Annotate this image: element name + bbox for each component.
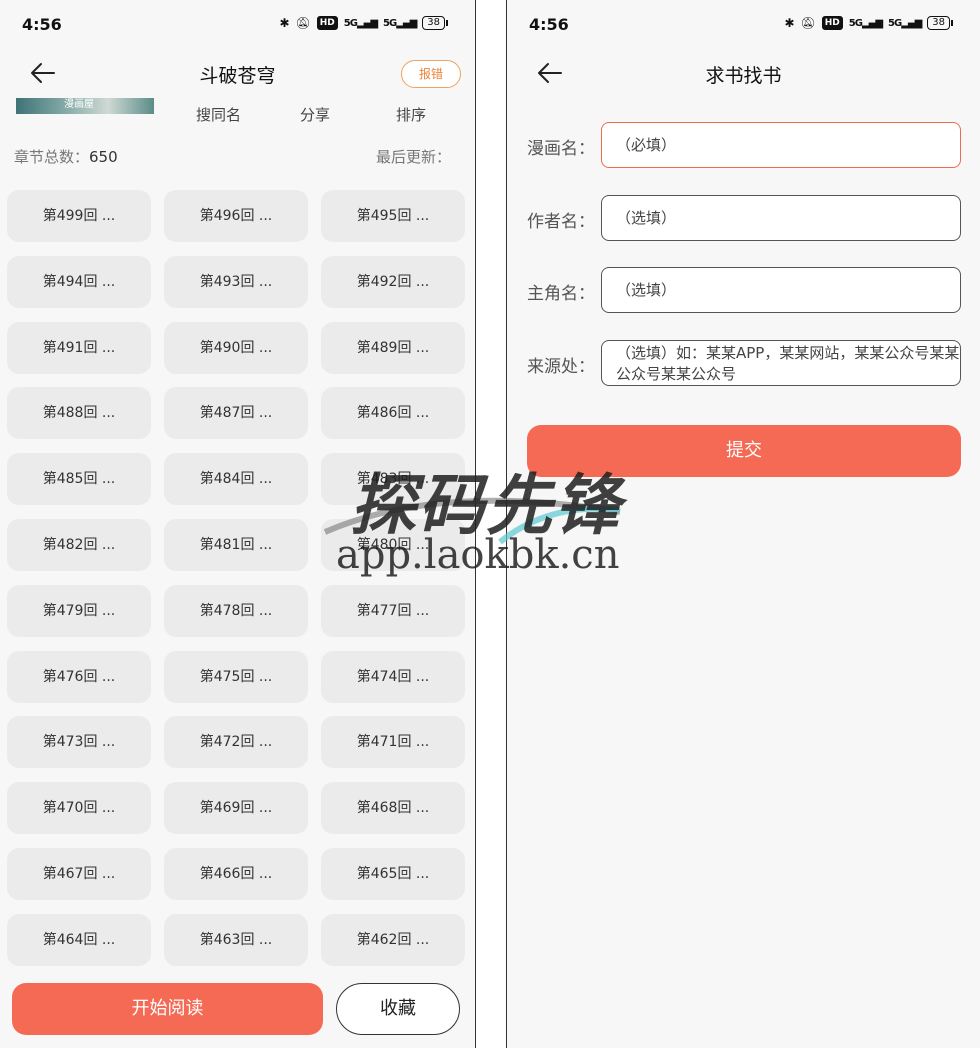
hd-badge: HD [316,16,338,30]
battery-icon: 38 [927,16,953,30]
chapter-item[interactable]: 第496回 ... [164,190,308,242]
chapter-item[interactable]: 第466回 ... [164,848,308,900]
bottom-action-bar: 开始阅读 收藏 [0,968,475,1048]
favorite-button[interactable]: 收藏 [336,983,460,1035]
comic-name-label: 漫画名： [527,139,595,159]
chapter-item[interactable]: 第488回 ... [7,387,151,440]
battery-icon: 38 [422,16,448,30]
hd-badge: HD [821,16,843,30]
report-error-button[interactable]: 报错 [401,60,461,88]
chapter-item[interactable]: 第472回 ... [164,716,308,769]
chapter-item[interactable]: 第463回 ... [164,913,308,966]
chapter-item[interactable]: 第477回 ... [321,584,465,637]
sort-button[interactable]: 排序 [396,104,426,125]
chapter-item[interactable]: 第467回 ... [7,848,151,900]
protagonist-input[interactable]: （选填） [601,267,961,313]
book-request-screen: 4:56 ✱ 🔕︎ HD 5G▂▄▆ 5G▂▄▆ 38 求书找书 漫画名： （必… [506,0,980,1048]
page-title: 求书找书 [705,65,782,87]
share-button[interactable]: 分享 [300,104,330,125]
cover-image: 漫画屋 [16,98,154,114]
comic-name-input[interactable]: （必填） [601,122,961,168]
chapter-item[interactable]: 第491回 ... [7,321,151,374]
chapter-item[interactable]: 第464回 ... [7,913,151,966]
last-updated: 最后更新： [375,148,451,166]
mute-icon: 🔕︎ [800,16,816,30]
mute-icon: 🔕︎ [295,16,311,30]
chapter-item[interactable]: 第479回 ... [7,584,151,637]
chapter-item[interactable]: 第468回 ... [321,782,465,835]
chapter-item[interactable]: 第480回 ... [321,519,465,571]
form-row-comic-name: 漫画名： （必填） [507,122,980,168]
chapter-item[interactable]: 第493回 ... [164,255,308,308]
chapter-item[interactable]: 第490回 ... [164,321,308,374]
chapter-total: 章节总数：650 [14,148,118,166]
signal-icon-1: 5G▂▄▆ [848,17,883,29]
chapter-item[interactable]: 第470回 ... [7,782,151,835]
chapter-item[interactable]: 第484回 ... [164,453,308,506]
status-time: 4:56 [529,15,569,34]
status-icons: ✱ 🔕︎ HD 5G▂▄▆ 5G▂▄▆ 38 [279,16,448,30]
form-row-author: 作者名： （选填） [507,195,980,241]
signal-icon-2: 5G▂▄▆ [888,17,922,29]
chapter-item[interactable]: 第495回 ... [321,190,465,242]
signal-icon-2: 5G▂▄▆ [383,17,417,29]
cover-caption: 漫画屋 [64,99,94,110]
chapter-item[interactable]: 第494回 ... [7,255,151,308]
bluetooth-icon: ✱ [279,16,290,30]
form-row-protagonist: 主角名： （选填） [507,267,980,313]
search-same-name-button[interactable]: 搜同名 [196,104,241,125]
chapter-item[interactable]: 第476回 ... [7,650,151,703]
status-bar: 4:56 ✱ 🔕︎ HD 5G▂▄▆ 5G▂▄▆ 38 [0,0,475,50]
chapter-item[interactable]: 第482回 ... [7,519,151,571]
start-reading-button[interactable]: 开始阅读 [12,983,323,1035]
signal-icon-1: 5G▂▄▆ [343,17,378,29]
status-bar: 4:56 ✱ 🔕︎ HD 5G▂▄▆ 5G▂▄▆ 38 [507,0,980,50]
protagonist-label: 主角名： [527,284,595,304]
chapter-item[interactable]: 第483回 ... [321,453,465,506]
author-label: 作者名： [527,212,595,232]
chapter-item[interactable]: 第485回 ... [7,453,151,506]
chapter-item[interactable]: 第487回 ... [164,387,308,440]
chapter-item[interactable]: 第471回 ... [321,716,465,769]
form-row-source: 来源处： （选填）如：某某APP，某某网站，某某公众号某某公众号某某公众号 [507,340,980,386]
submit-button[interactable]: 提交 [527,425,961,477]
chapter-item[interactable]: 第462回 ... [321,913,465,966]
source-label: 来源处： [527,357,595,377]
chapter-item[interactable]: 第465回 ... [321,848,465,900]
bluetooth-icon: ✱ [784,16,795,30]
chapter-item[interactable]: 第486回 ... [321,387,465,440]
chapter-item[interactable]: 第499回 ... [7,190,151,242]
chapter-item[interactable]: 第481回 ... [164,519,308,571]
author-input[interactable]: （选填） [601,195,961,241]
chapter-item[interactable]: 第473回 ... [7,716,151,769]
chapter-item[interactable]: 第478回 ... [164,584,308,637]
source-input[interactable]: （选填）如：某某APP，某某网站，某某公众号某某公众号某某公众号 [601,340,961,386]
chapter-item[interactable]: 第489回 ... [321,321,465,374]
chapter-item[interactable]: 第474回 ... [321,650,465,703]
chapter-item[interactable]: 第469回 ... [164,782,308,835]
status-icons: ✱ 🔕︎ HD 5G▂▄▆ 5G▂▄▆ 38 [784,16,953,30]
chapter-item[interactable]: 第475回 ... [164,650,308,703]
status-time: 4:56 [22,15,62,34]
chapter-item[interactable]: 第492回 ... [321,255,465,308]
comic-detail-screen: 4:56 ✱ 🔕︎ HD 5G▂▄▆ 5G▂▄▆ 38 斗破苍穹 报错 漫画屋 … [0,0,476,1048]
